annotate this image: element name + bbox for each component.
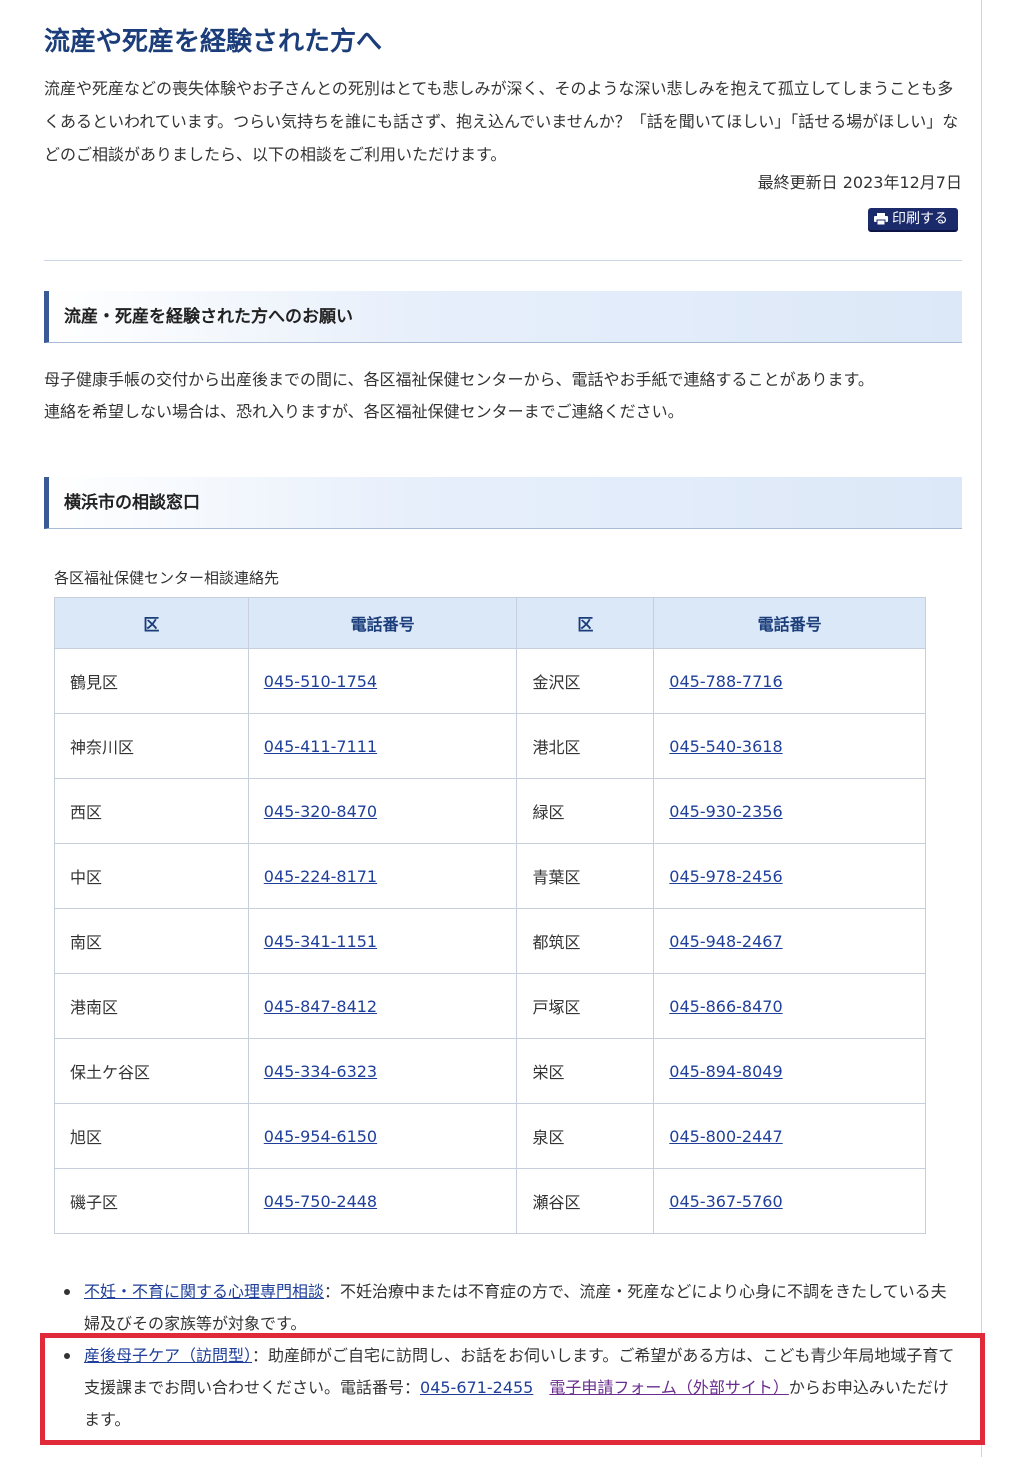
phone-link[interactable]: 045-334-6323 <box>264 1062 377 1081</box>
support-phone-link[interactable]: 045-671-2455 <box>420 1378 533 1397</box>
phone-link[interactable]: 045-866-8470 <box>669 997 782 1016</box>
phone-cell: 045-540-3618 <box>653 713 926 779</box>
page-title: 流産や死産を経験された方へ <box>44 27 383 57</box>
phone-link[interactable]: 045-367-5760 <box>669 1192 782 1211</box>
phone-link[interactable]: 045-930-2356 <box>669 802 782 821</box>
divider <box>44 260 962 261</box>
print-label: 印刷する <box>892 211 948 227</box>
ward-cell: 港南区 <box>54 973 249 1039</box>
phone-link[interactable]: 045-847-8412 <box>264 997 377 1016</box>
section-heading-request: 流産・死産を経験された方へのお願い <box>44 291 962 343</box>
last-updated: 最終更新日 2023年12月7日 <box>757 173 962 192</box>
section-request-text: 母子健康手帳の交付から出産後までの間に、各区福祉保健センターから、電話やお手紙で… <box>44 364 944 428</box>
phone-link[interactable]: 045-411-7111 <box>264 737 377 756</box>
ward-cell: 中区 <box>54 843 249 909</box>
phone-cell: 045-866-8470 <box>653 973 926 1039</box>
infertility-consult-link[interactable]: 不妊・不育に関する心理専門相談 <box>84 1282 324 1301</box>
ward-cell: 保土ケ谷区 <box>54 1038 249 1104</box>
phone-link[interactable]: 045-954-6150 <box>264 1127 377 1146</box>
notes-list: 不妊・不育に関する心理専門相談：不妊治療中または不育症の方で、流産・死産などによ… <box>44 1276 962 1436</box>
table-row: 鶴見区 045-510-1754 金沢区 045-788-7716 <box>54 648 926 714</box>
table-row: 旭区 045-954-6150 泉区 045-800-2447 <box>54 1103 926 1169</box>
header-ward: 区 <box>54 597 249 649</box>
header-phone: 電話番号 <box>653 597 926 649</box>
section-heading-consultation: 横浜市の相談窓口 <box>44 477 962 529</box>
phone-cell: 045-367-5760 <box>653 1168 926 1234</box>
phone-link[interactable]: 045-894-8049 <box>669 1062 782 1081</box>
phone-cell: 045-894-8049 <box>653 1038 926 1104</box>
phone-cell: 045-750-2448 <box>247 1168 518 1234</box>
list-item: 産後母子ケア（訪問型）：助産師がご自宅に訪問し、お話をお伺いします。ご希望がある… <box>44 1340 962 1436</box>
phone-cell: 045-341-1151 <box>247 908 518 974</box>
e-application-form-link[interactable]: 電子申請フォーム（外部サイト） <box>549 1378 789 1397</box>
bullet-icon <box>64 1289 70 1295</box>
ward-cell: 瀬谷区 <box>516 1168 655 1234</box>
consultation-table: 区 電話番号 区 電話番号 鶴見区 045-510-1754 金沢区 045-788-… <box>54 597 926 1234</box>
phone-cell: 045-411-7111 <box>247 713 518 779</box>
phone-link[interactable]: 045-948-2467 <box>669 932 782 951</box>
phone-cell: 045-930-2356 <box>653 778 926 844</box>
phone-link[interactable]: 045-510-1754 <box>264 672 377 691</box>
phone-link[interactable]: 045-800-2447 <box>669 1127 782 1146</box>
table-caption: 各区福祉保健センター相談連絡先 <box>54 569 280 587</box>
ward-cell: 金沢区 <box>516 648 655 714</box>
ward-cell: 青葉区 <box>516 843 655 909</box>
ward-cell: 緑区 <box>516 778 655 844</box>
ward-cell: 戸塚区 <box>516 973 655 1039</box>
phone-link[interactable]: 045-788-7716 <box>669 672 782 691</box>
table-row: 港南区 045-847-8412 戸塚区 045-866-8470 <box>54 973 926 1039</box>
phone-cell: 045-954-6150 <box>247 1103 518 1169</box>
ward-cell: 南区 <box>54 908 249 974</box>
phone-cell: 045-788-7716 <box>653 648 926 714</box>
phone-cell: 045-800-2447 <box>653 1103 926 1169</box>
ward-cell: 栄区 <box>516 1038 655 1104</box>
phone-cell: 045-224-8171 <box>247 843 518 909</box>
table-row: 磯子区 045-750-2448 瀬谷区 045-367-5760 <box>54 1168 926 1234</box>
bullet-icon <box>64 1353 70 1359</box>
table-row: 中区 045-224-8171 青葉区 045-978-2456 <box>54 843 926 909</box>
header-phone: 電話番号 <box>247 597 518 649</box>
phone-link[interactable]: 045-341-1151 <box>264 932 377 951</box>
ward-cell: 港北区 <box>516 713 655 779</box>
postnatal-care-link[interactable]: 産後母子ケア（訪問型） <box>84 1346 252 1365</box>
print-button[interactable]: 印刷する <box>868 208 958 230</box>
phone-cell: 045-847-8412 <box>247 973 518 1039</box>
ward-cell: 旭区 <box>54 1103 249 1169</box>
phone-cell: 045-948-2467 <box>653 908 926 974</box>
header-ward: 区 <box>516 597 655 649</box>
phone-link[interactable]: 045-750-2448 <box>264 1192 377 1211</box>
table-row: 保土ケ谷区 045-334-6323 栄区 045-894-8049 <box>54 1038 926 1104</box>
phone-cell: 045-334-6323 <box>247 1038 518 1104</box>
ward-cell: 磯子区 <box>54 1168 249 1234</box>
phone-cell: 045-510-1754 <box>247 648 518 714</box>
phone-link[interactable]: 045-540-3618 <box>669 737 782 756</box>
phone-link[interactable]: 045-978-2456 <box>669 867 782 886</box>
phone-cell: 045-320-8470 <box>247 778 518 844</box>
ward-cell: 都筑区 <box>516 908 655 974</box>
request-text-line2: 連絡を希望しない場合は、恐れ入りますが、各区福祉保健センターまでご連絡ください。 <box>44 402 684 421</box>
ward-cell: 鶴見区 <box>54 648 249 714</box>
list-item: 不妊・不育に関する心理専門相談：不妊治療中または不育症の方で、流産・死産などによ… <box>44 1276 962 1340</box>
table-row: 西区 045-320-8470 緑区 045-930-2356 <box>54 778 926 844</box>
table-row: 南区 045-341-1151 都筑区 045-948-2467 <box>54 908 926 974</box>
ward-cell: 泉区 <box>516 1103 655 1169</box>
phone-cell: 045-978-2456 <box>653 843 926 909</box>
intro-text: 流産や死産などの喪失体験やお子さんとの死別はとても悲しみが深く、そのような深い悲… <box>44 79 959 164</box>
phone-link[interactable]: 045-320-8470 <box>264 802 377 821</box>
request-text-line1: 母子健康手帳の交付から出産後までの間に、各区福祉保健センターから、電話やお手紙で… <box>44 370 874 389</box>
phone-link[interactable]: 045-224-8171 <box>264 867 377 886</box>
table-row: 神奈川区 045-411-7111 港北区 045-540-3618 <box>54 713 926 779</box>
printer-icon <box>874 213 888 225</box>
ward-cell: 神奈川区 <box>54 713 249 779</box>
table-header-row: 区 電話番号 区 電話番号 <box>54 597 926 649</box>
ward-cell: 西区 <box>54 778 249 844</box>
